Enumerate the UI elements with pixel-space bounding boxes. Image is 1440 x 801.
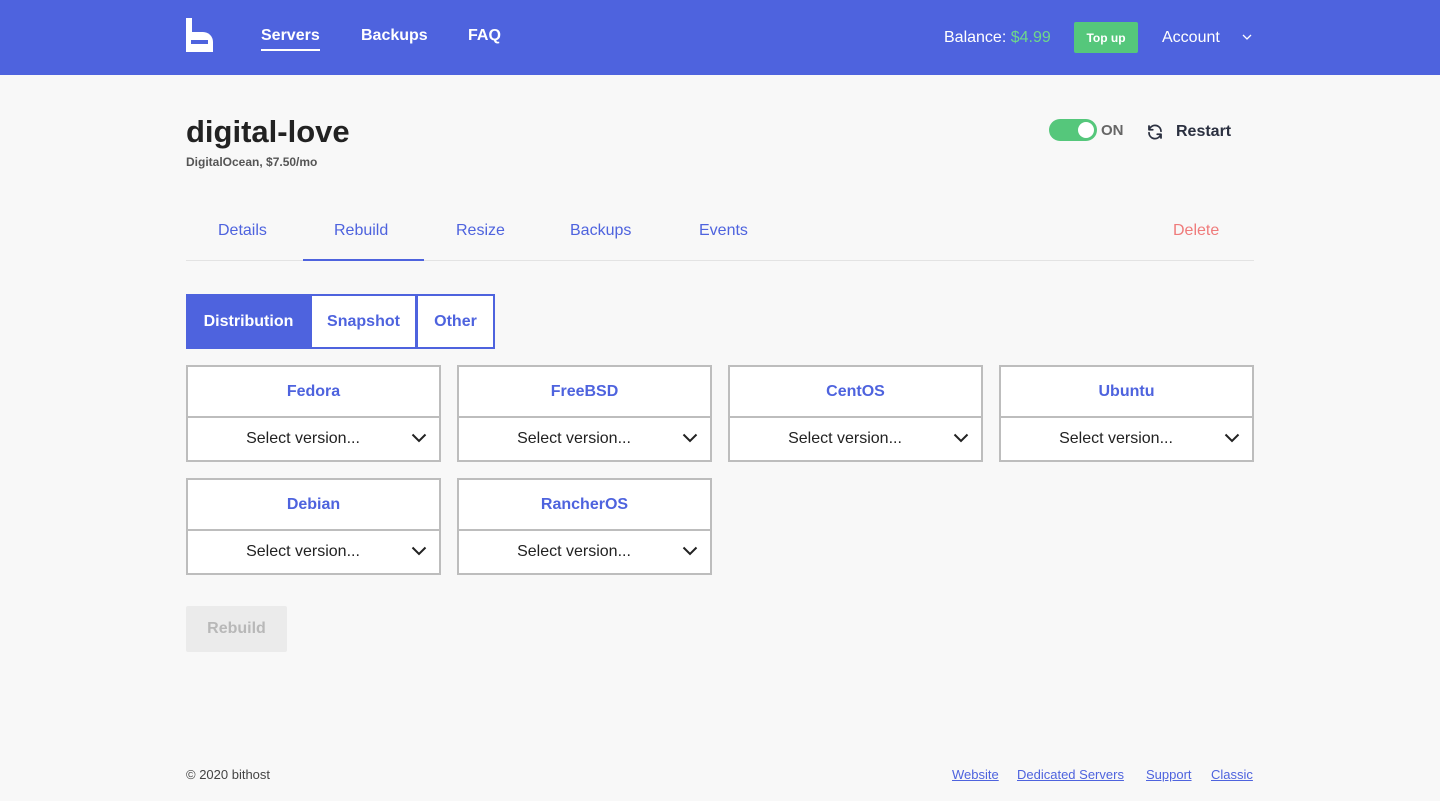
power-state-label: ON	[1101, 122, 1124, 139]
distro-card-fedora: Fedora Select version...	[186, 365, 441, 462]
chevron-down-icon	[682, 546, 698, 556]
chevron-down-icon	[1224, 433, 1240, 443]
version-select[interactable]: Select version...	[1001, 418, 1252, 460]
version-select-label: Select version...	[246, 430, 360, 447]
page-title: digital-love	[186, 114, 350, 149]
account-label: Account	[1162, 29, 1220, 46]
balance-label: Balance:	[944, 29, 1007, 46]
footer-link-classic[interactable]: Classic	[1211, 767, 1253, 783]
nav-backups[interactable]: Backups	[361, 26, 428, 46]
nav-faq[interactable]: FAQ	[468, 26, 501, 46]
distro-name: CentOS	[730, 367, 981, 418]
distro-card-debian: Debian Select version...	[186, 478, 441, 575]
chevron-down-icon	[1242, 34, 1252, 40]
distro-name: Debian	[188, 480, 439, 531]
copyright: © 2020 bithost	[186, 767, 271, 782]
source-snapshot[interactable]: Snapshot	[310, 294, 417, 349]
footer-link-support[interactable]: Support	[1146, 767, 1192, 783]
chevron-down-icon	[953, 433, 969, 443]
top-up-button[interactable]: Top up	[1074, 22, 1138, 53]
version-select[interactable]: Select version...	[730, 418, 981, 460]
distro-name: RancherOS	[459, 480, 710, 531]
power-toggle[interactable]	[1049, 119, 1097, 141]
footer-link-dedicated-servers[interactable]: Dedicated Servers	[1017, 767, 1124, 783]
version-select[interactable]: Select version...	[459, 418, 710, 460]
distro-card-rancheros: RancherOS Select version...	[457, 478, 712, 575]
account-menu[interactable]: Account	[1162, 28, 1252, 48]
distro-card-freebsd: FreeBSD Select version...	[457, 365, 712, 462]
tab-details[interactable]: Details	[218, 221, 267, 241]
version-select[interactable]: Select version...	[459, 531, 710, 573]
server-subtitle: DigitalOcean, $7.50/mo	[186, 155, 318, 169]
source-distribution[interactable]: Distribution	[186, 294, 311, 349]
footer-link-website[interactable]: Website	[952, 767, 999, 783]
restart-label: Restart	[1176, 123, 1232, 140]
tab-rebuild[interactable]: Rebuild	[334, 221, 388, 241]
version-select-label: Select version...	[517, 430, 631, 447]
chevron-down-icon	[682, 433, 698, 443]
distro-name: FreeBSD	[459, 367, 710, 418]
logo-icon[interactable]	[186, 18, 213, 52]
distro-card-ubuntu: Ubuntu Select version...	[999, 365, 1254, 462]
distro-card-centos: CentOS Select version...	[728, 365, 983, 462]
version-select-label: Select version...	[1059, 430, 1173, 447]
version-select-label: Select version...	[246, 543, 360, 560]
distro-name: Ubuntu	[1001, 367, 1252, 418]
tab-resize[interactable]: Resize	[456, 221, 505, 241]
version-select-label: Select version...	[788, 430, 902, 447]
tab-delete[interactable]: Delete	[1173, 221, 1219, 241]
rebuild-button[interactable]: Rebuild	[186, 606, 287, 652]
tab-events[interactable]: Events	[699, 221, 748, 241]
nav-servers[interactable]: Servers	[261, 26, 320, 51]
chevron-down-icon	[411, 546, 427, 556]
balance: Balance: $4.99	[944, 28, 1051, 48]
balance-amount: $4.99	[1010, 29, 1051, 46]
version-select[interactable]: Select version...	[188, 418, 439, 460]
source-other[interactable]: Other	[416, 294, 495, 349]
version-select-label: Select version...	[517, 543, 631, 560]
refresh-icon	[1148, 124, 1162, 140]
version-select[interactable]: Select version...	[188, 531, 439, 573]
tab-backups[interactable]: Backups	[570, 221, 631, 241]
chevron-down-icon	[411, 433, 427, 443]
top-navbar: Servers Backups FAQ Balance: $4.99 Top u…	[0, 0, 1440, 75]
active-tab-indicator	[303, 259, 424, 261]
toggle-knob	[1078, 122, 1094, 138]
distro-name: Fedora	[188, 367, 439, 418]
